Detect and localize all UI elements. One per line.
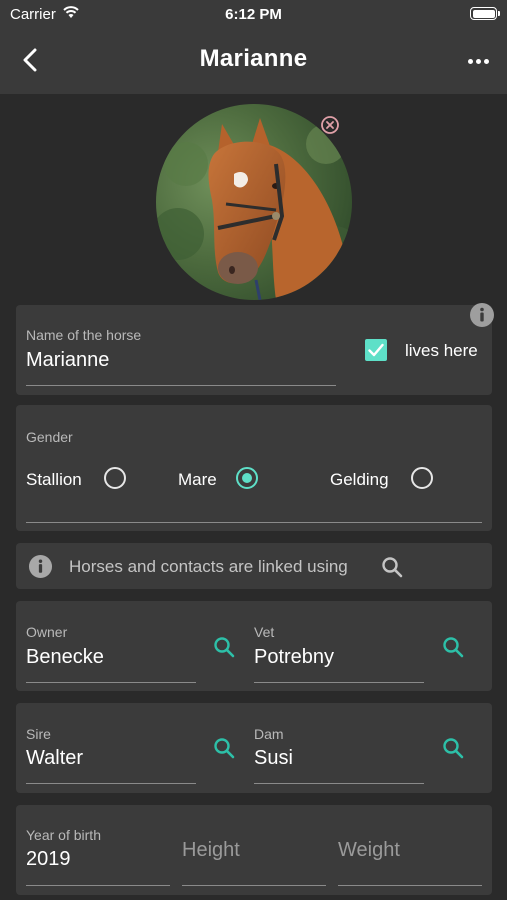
- horse-photo[interactable]: [156, 104, 352, 300]
- year-of-birth-underline: [26, 885, 170, 886]
- lives-here-checkbox[interactable]: [365, 339, 387, 361]
- contacts-card: Owner Benecke Vet Potrebny: [16, 601, 492, 691]
- name-card: Name of the horse Marianne lives here: [16, 302, 495, 395]
- more-button[interactable]: [463, 46, 493, 76]
- clock: 6:12 PM: [225, 6, 282, 23]
- gender-option-mare-radio[interactable]: [236, 467, 258, 489]
- more-horizontal-icon: [467, 58, 473, 64]
- sire-search-icon[interactable]: [213, 737, 235, 759]
- dam-input[interactable]: Susi: [254, 747, 293, 770]
- year-of-birth-label: Year of birth: [26, 827, 101, 843]
- battery-icon: [470, 7, 500, 20]
- dam-underline: [254, 783, 424, 784]
- physical-card: Year of birth 2019 Height Weight: [16, 805, 492, 895]
- gender-option-stallion-label: Stallion: [26, 470, 82, 489]
- year-of-birth-input[interactable]: 2019: [26, 848, 71, 871]
- weight-underline: [338, 885, 482, 886]
- info-icon[interactable]: [469, 302, 495, 328]
- vet-label: Vet: [254, 624, 275, 640]
- vet-input[interactable]: Potrebny: [254, 646, 334, 669]
- gender-label: Gender: [26, 429, 73, 445]
- horse-name-label: Name of the horse: [26, 327, 142, 343]
- link-hint-card: Horses and contacts are linked using: [16, 543, 492, 589]
- height-underline: [182, 885, 326, 886]
- navigation-bar: Marianne: [0, 28, 507, 94]
- sire-underline: [26, 783, 196, 784]
- gender-option-stallion-radio[interactable]: [104, 467, 126, 489]
- dam-search-icon[interactable]: [442, 737, 464, 759]
- weight-input[interactable]: Weight: [338, 839, 400, 862]
- horse-name-underline: [26, 385, 336, 386]
- vet-search-icon[interactable]: [442, 636, 464, 658]
- gender-card: Gender Stallion Mare Gelding: [16, 405, 492, 531]
- pedigree-card: Sire Walter Dam Susi: [16, 703, 492, 793]
- info-icon: [28, 554, 53, 579]
- check-icon: [368, 343, 384, 357]
- sire-label: Sire: [26, 726, 51, 742]
- lives-here-label: lives here: [405, 341, 478, 360]
- gender-option-mare-label: Mare: [178, 470, 217, 489]
- horse-name-input[interactable]: Marianne: [26, 349, 109, 372]
- owner-underline: [26, 682, 196, 683]
- search-icon: [382, 557, 403, 578]
- gender-option-gelding-radio[interactable]: [411, 467, 433, 489]
- gender-underline: [26, 522, 482, 523]
- gender-option-gelding-label: Gelding: [330, 470, 389, 489]
- remove-photo-button[interactable]: [320, 115, 340, 135]
- owner-label: Owner: [26, 624, 68, 640]
- dam-label: Dam: [254, 726, 284, 742]
- page-title: Marianne: [199, 45, 308, 72]
- owner-input[interactable]: Benecke: [26, 646, 104, 669]
- height-input[interactable]: Height: [182, 839, 240, 862]
- vet-underline: [254, 682, 424, 683]
- status-bar: Carrier 6:12 PM: [0, 0, 507, 28]
- owner-search-icon[interactable]: [213, 636, 235, 658]
- link-hint-text: Horses and contacts are linked using: [69, 557, 348, 576]
- sire-input[interactable]: Walter: [26, 747, 83, 770]
